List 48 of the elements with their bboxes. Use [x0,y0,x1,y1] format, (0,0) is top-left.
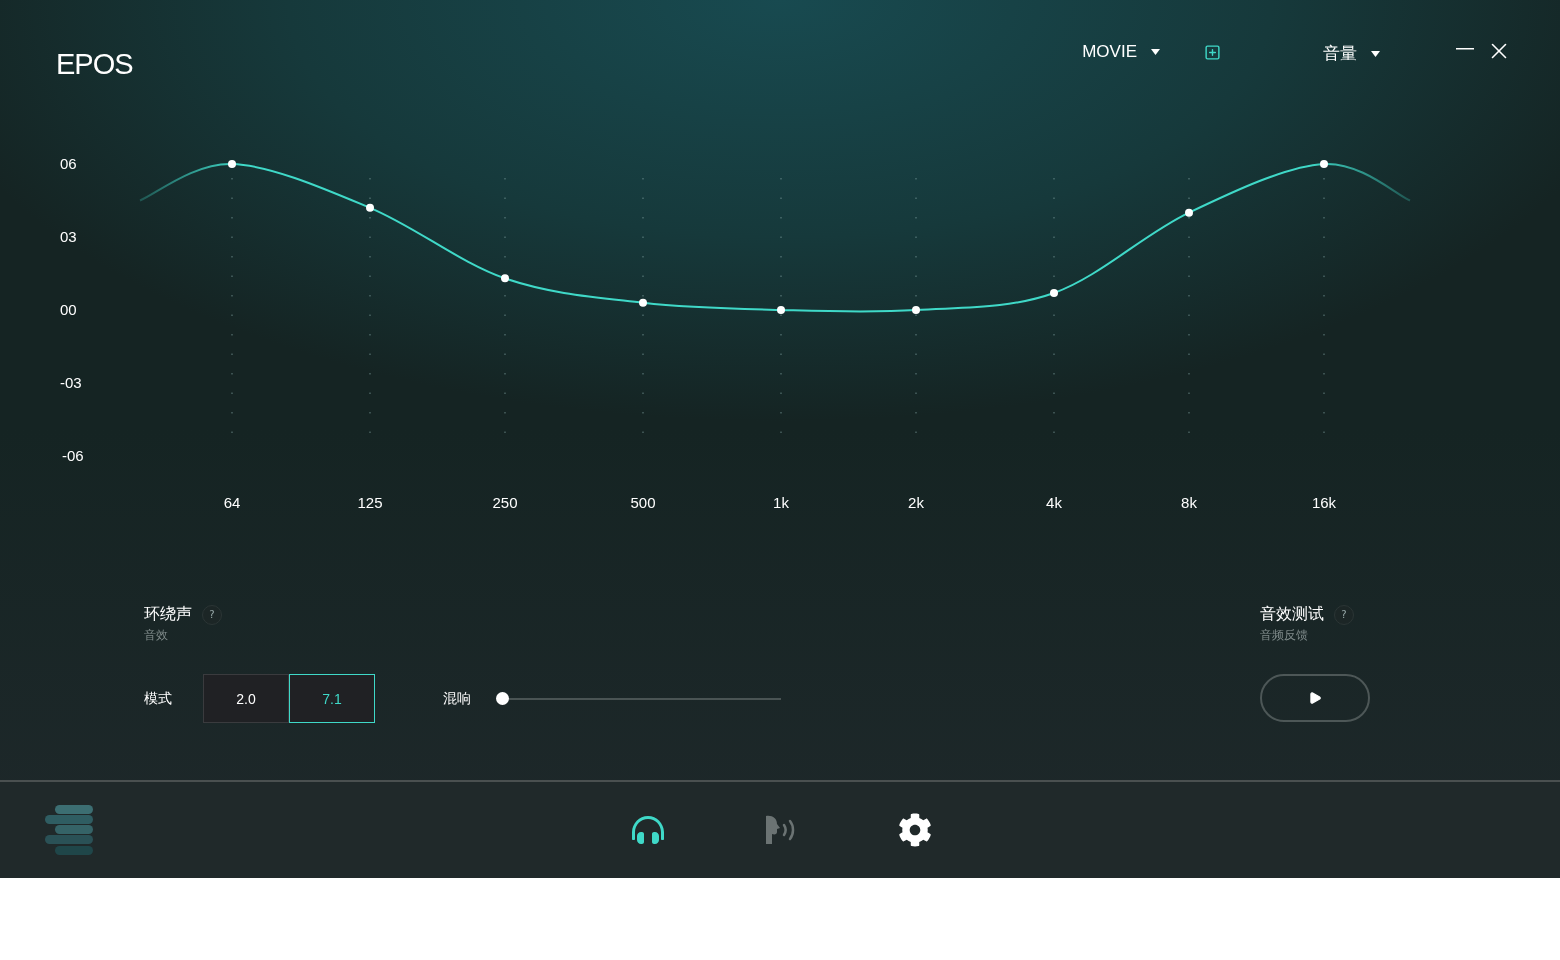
mode-button[interactable]: 2.0 [203,674,289,723]
nav-tab[interactable] [632,814,664,846]
headphones-icon [632,814,664,846]
add-icon [1204,44,1221,61]
surround-title: 环绕声 [144,604,192,625]
eq-point[interactable] [777,306,785,314]
x-tick-label: 250 [492,494,518,511]
logo: EPOS [56,48,133,81]
eq-point[interactable] [1050,288,1058,297]
y-tick-label: 00 [60,301,77,318]
nav-tab[interactable] [898,813,932,847]
x-tick-label: 8k [1181,494,1197,511]
add-preset-button[interactable] [1204,44,1221,61]
preset-dropdown[interactable]: MOVIE [1082,42,1160,62]
eq-point[interactable] [1320,160,1328,168]
mode-button[interactable]: 7.1 [289,674,375,723]
caret-icon [1371,50,1380,57]
mode-label: 模式 [144,689,173,708]
reverb-label: 混响 [443,689,471,708]
help-icon[interactable]: ? [202,604,222,625]
y-tick-label: -03 [60,374,82,391]
sound-test-title: 音效测试 [1260,604,1324,625]
minimize-icon [1456,48,1474,50]
sound-test-subtitle: 音频反馈 [1260,627,1309,644]
eq-point[interactable] [639,298,647,307]
eq-point[interactable] [1185,208,1193,217]
x-tick-label: 1k [773,494,789,511]
reverb-slider-thumb[interactable] [496,691,509,705]
menu-icon[interactable] [45,805,95,855]
x-tick-label: 2k [908,494,924,511]
x-tick-label: 125 [357,494,383,511]
x-tick-label: 4k [1046,494,1062,511]
eq-point[interactable] [501,274,509,283]
volume-dropdown[interactable]: 音量 [1323,42,1380,65]
x-tick-label: 16k [1311,494,1337,511]
y-tick-label: -06 [62,447,84,464]
x-tick-label: 64 [223,494,241,511]
play-icon [1308,691,1322,705]
help-icon[interactable]: ? [1334,604,1354,625]
eq-point[interactable] [228,160,236,168]
x-tick-label: 500 [630,494,656,511]
settings-icon [898,813,932,847]
y-tick-label: 03 [60,228,77,245]
caret-icon [1151,49,1160,55]
surround-subtitle: 音效 [144,627,169,644]
eq-point[interactable] [366,203,374,212]
eq-point[interactable] [912,306,920,314]
y-tick-label: 06 [60,155,77,172]
